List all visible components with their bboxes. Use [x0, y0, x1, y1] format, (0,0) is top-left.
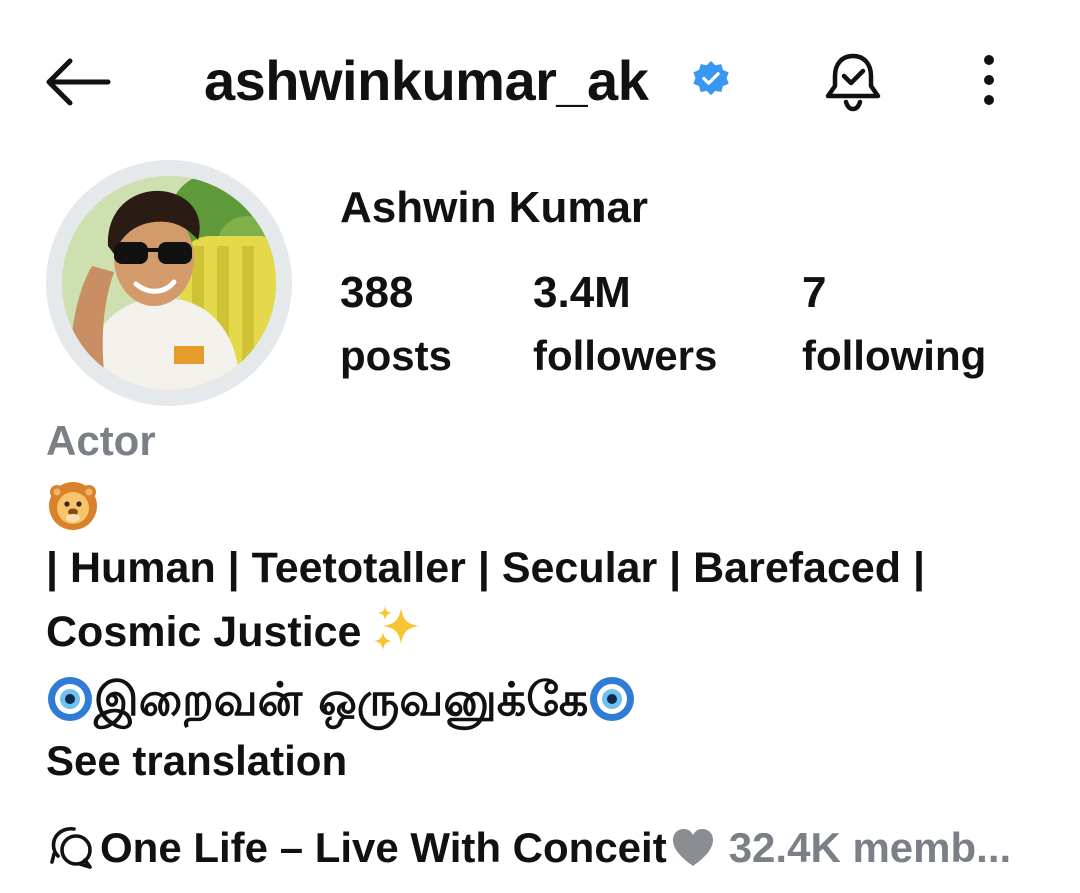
bio-text: Cosmic Justice [46, 608, 362, 656]
broadcast-chat-icon [50, 826, 92, 869]
followers-label[interactable]: followers [533, 328, 717, 384]
more-options-button[interactable] [966, 50, 1012, 110]
verified-badge-icon [692, 60, 730, 98]
posts-count[interactable]: 388 [340, 265, 413, 321]
see-translation-link[interactable]: See translation [46, 733, 347, 789]
profile-display-name: Ashwin Kumar [340, 183, 649, 232]
avatar-photo [62, 176, 276, 390]
nazar-amulet-icon [590, 677, 635, 721]
notifications-button[interactable] [820, 48, 886, 114]
bio-tamil-text: இறைவன் ஒருவனுக்கே [94, 672, 589, 726]
back-button[interactable] [38, 42, 118, 122]
posts-label[interactable]: posts [340, 328, 452, 384]
sparkles-icon [374, 606, 420, 650]
broadcast-channel-link[interactable]: One Life – Live With Conceit 32.4K memb.… [46, 818, 1046, 878]
followers-count[interactable]: 3.4M [533, 265, 631, 321]
lion-emoji-icon [46, 478, 100, 532]
bio-line: Cosmic Justice [46, 602, 423, 660]
nazar-amulet-icon [48, 677, 92, 721]
channel-name: One Life – Live With Conceit [100, 824, 667, 871]
following-label[interactable]: following [802, 328, 986, 384]
profile-username: ashwinkumar_ak [204, 49, 649, 112]
avatar[interactable] [62, 176, 276, 390]
more-vertical-icon [984, 55, 994, 105]
channel-member-count: 32.4K memb... [728, 824, 1012, 871]
bio-line: | Human | Teetotaller | Secular | Barefa… [46, 544, 926, 592]
bell-check-icon [825, 53, 881, 112]
bio-line: இறைவன் ஒருவனுக்கே [46, 668, 636, 730]
arrow-left-icon [46, 58, 111, 106]
profile-category: Actor [46, 417, 156, 464]
following-count[interactable]: 7 [802, 265, 826, 321]
grey-heart-icon [672, 829, 713, 866]
